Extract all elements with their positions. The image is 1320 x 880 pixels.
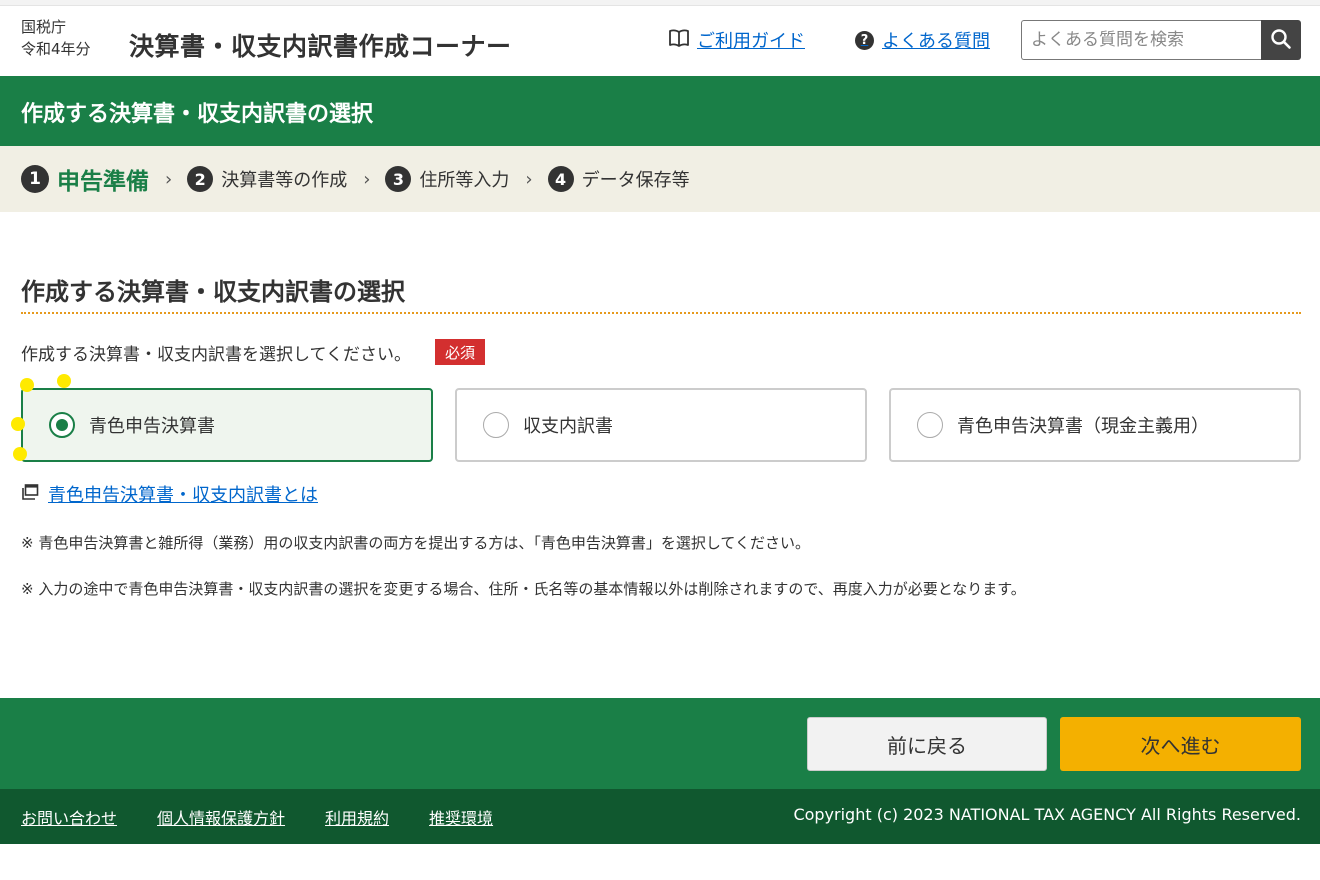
footer-links: お問い合わせ 個人情報保護方針 利用規約 推奨環境 [21,805,493,829]
section-title: 作成する決算書・収支内訳書の選択 [21,278,405,306]
top-edge [0,0,1320,6]
guide-link[interactable]: ご利用ガイド [668,27,805,53]
step-number: 3 [385,166,412,192]
step-number: 1 [21,165,49,193]
chevron-right-icon: › [165,168,173,190]
footer-link-privacy[interactable]: 個人情報保護方針 [157,805,285,829]
magnifier-icon [1270,28,1292,53]
step-number: 4 [547,166,574,192]
radio-button[interactable] [483,412,509,438]
required-badge: 必須 [434,339,485,365]
chevron-right-icon: › [525,168,533,190]
back-button[interactable]: 前に戻る [807,717,1047,771]
footer-link-terms[interactable]: 利用規約 [325,805,389,829]
footer-link-contact[interactable]: お問い合わせ [21,805,117,829]
radio-button[interactable] [917,412,943,438]
faq-link[interactable]: ? よくある質問 [855,27,990,53]
statement-type-options: 青色申告決算書 収支内訳書 青色申告決算書（現金主義用） [21,388,1301,462]
agency-info: 国税庁 令和4年分 [21,16,91,60]
about-link-label: 青色申告決算書・収支内訳書とは [48,485,318,506]
annotation-marker [13,447,27,461]
open-book-icon [668,28,690,53]
step-label: 申告準備 [57,169,149,195]
footer-link-environment[interactable]: 推奨環境 [429,805,493,829]
step-1: 1 申告準備 [21,162,149,196]
site-title: 決算書・収支内訳書作成コーナー [129,32,512,61]
page-banner: 作成する決算書・収支内訳書の選択 [0,76,1320,146]
radio-button-checked[interactable] [49,412,75,438]
question-circle-icon: ? [855,30,874,50]
search-button[interactable] [1261,20,1301,60]
agency-name: 国税庁 [21,18,67,36]
chevron-right-icon: › [363,168,371,190]
tax-year: 令和4年分 [21,40,91,58]
radio-dot [56,419,68,431]
step-label: データ保存等 [581,170,690,191]
selection-instruction: 作成する決算書・収支内訳書を選択してください。 必須 [21,339,485,365]
site-header: 国税庁 令和4年分 決算書・収支内訳書作成コーナー ご利用ガイド ? よくある質… [0,7,1320,76]
guide-link-label: ご利用ガイド [697,31,805,52]
option-income-statement[interactable]: 収支内訳書 [455,388,867,462]
section-divider [21,312,1301,314]
note-changing-selection: ※ 入力の途中で青色申告決算書・収支内訳書の選択を変更する場合、住所・氏名等の基… [21,580,1026,598]
step-2: 2 決算書等の作成 [187,166,347,192]
faq-search [1021,20,1301,60]
option-label: 収支内訳書 [523,416,613,437]
next-button[interactable]: 次へ進む [1060,717,1301,771]
step-3: 3 住所等入力 [385,166,509,192]
option-blue-return[interactable]: 青色申告決算書 [21,388,433,462]
faq-search-input[interactable] [1021,20,1261,60]
copyright: Copyright (c) 2023 NATIONAL TAX AGENCY A… [793,805,1301,824]
annotation-marker [57,374,71,388]
new-window-icon [21,483,39,506]
step-label: 決算書等の作成 [221,170,348,191]
step-number: 2 [187,166,214,192]
annotation-marker [20,378,34,392]
instruction-text: 作成する決算書・収支内訳書を選択してください。 [21,344,411,365]
step-4: 4 データ保存等 [547,166,690,192]
faq-link-label: よくある質問 [882,31,990,52]
option-label: 青色申告決算書（現金主義用） [957,416,1209,437]
option-label: 青色申告決算書 [89,416,215,437]
about-statements-link[interactable]: 青色申告決算書・収支内訳書とは [21,481,318,507]
note-both-forms: ※ 青色申告決算書と雑所得（業務）用の収支内訳書の両方を提出する方は、「青色申告… [21,534,810,552]
action-bar: 前に戻る 次へ進む [0,698,1320,789]
annotation-marker [11,417,25,431]
step-label: 住所等入力 [419,170,510,191]
progress-steps: 1 申告準備 › 2 決算書等の作成 › 3 住所等入力 › 4 データ保存等 [0,146,1320,212]
option-blue-return-cash-basis[interactable]: 青色申告決算書（現金主義用） [889,388,1301,462]
banner-title: 作成する決算書・収支内訳書の選択 [21,102,374,127]
site-footer: お問い合わせ 個人情報保護方針 利用規約 推奨環境 Copyright (c) … [0,789,1320,844]
